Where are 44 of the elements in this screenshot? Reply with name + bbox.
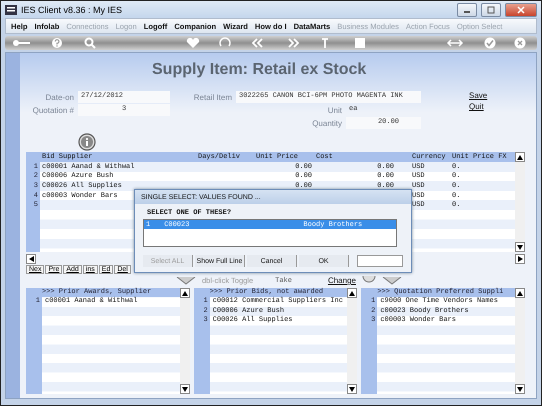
arrow-down-icon xyxy=(182,386,188,392)
arrow-down-icon xyxy=(517,386,524,392)
field-label: Quantity xyxy=(312,118,342,130)
scrollbar[interactable] xyxy=(347,288,358,394)
scroll-left-button[interactable] xyxy=(26,254,36,264)
scroll-down-button[interactable] xyxy=(515,384,526,394)
scroll-down-button[interactable] xyxy=(515,242,525,252)
field-label: Unit xyxy=(328,105,342,116)
scroll-up-button[interactable] xyxy=(515,288,526,298)
chevron-down-icon[interactable] xyxy=(176,276,196,284)
scrollbar[interactable] xyxy=(515,152,525,252)
arrow-up-icon xyxy=(517,290,524,296)
arrow-down-icon xyxy=(349,386,356,392)
maximize-icon xyxy=(487,6,495,14)
link[interactable]: Quit xyxy=(469,102,488,112)
field-label: Quotation # xyxy=(32,105,74,116)
page-title: Supply Item: Retail ex Stock xyxy=(152,61,368,80)
arrow-left-icon xyxy=(28,256,34,262)
scrollbar[interactable] xyxy=(515,288,526,394)
scroll-down-button[interactable] xyxy=(180,384,190,394)
window-title: IES Client v8.36 : My IES xyxy=(21,4,122,15)
input-field[interactable] xyxy=(357,255,403,267)
scroll-up-button[interactable] xyxy=(515,152,525,162)
close-icon xyxy=(517,6,525,14)
field-label: Retail Item xyxy=(192,92,232,104)
arrow-up-icon xyxy=(517,154,523,160)
arrow-down-icon xyxy=(517,244,523,250)
arrow-up-icon xyxy=(182,290,188,296)
app-icon xyxy=(5,4,17,15)
scroll-down-button[interactable] xyxy=(347,384,358,394)
scroll-up-button[interactable] xyxy=(347,288,358,298)
field-label: Date-on xyxy=(44,92,74,104)
close-button[interactable] xyxy=(505,2,537,17)
arrow-up-icon xyxy=(349,290,356,296)
minimize-button[interactable] xyxy=(457,2,477,17)
maximize-button[interactable] xyxy=(481,2,501,17)
chevron-down-icon[interactable] xyxy=(382,276,402,284)
info-icon[interactable] xyxy=(78,133,96,152)
scroll-up-button[interactable] xyxy=(180,288,190,298)
scrollbar[interactable] xyxy=(180,288,190,394)
link[interactable]: Save xyxy=(469,91,488,100)
scroll-right-button[interactable] xyxy=(515,254,525,264)
arrow-right-icon xyxy=(518,256,522,262)
change-link[interactable]: Change xyxy=(328,276,356,285)
